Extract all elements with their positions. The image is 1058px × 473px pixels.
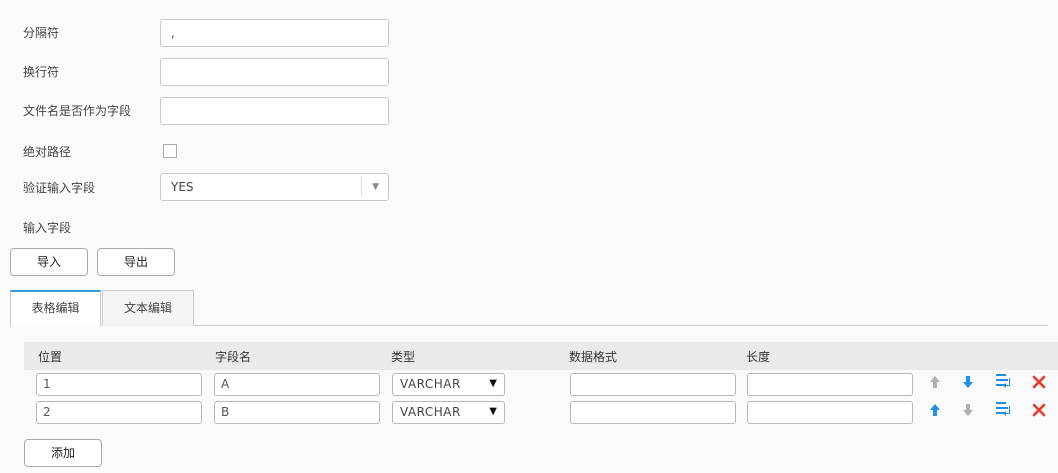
arrow-up-icon[interactable] (927, 402, 943, 418)
filename-as-field-input[interactable] (160, 97, 389, 125)
export-button[interactable]: 导出 (97, 248, 175, 276)
column-length: 长度 (746, 350, 771, 364)
row-1-type-select[interactable]: VARCHAR ▼ (392, 373, 505, 396)
insert-row-icon[interactable] (995, 373, 1011, 389)
absolute-path-checkbox[interactable] (163, 144, 177, 158)
arrow-up-icon[interactable] (927, 374, 943, 390)
tab-divider (194, 325, 1048, 326)
row-1-length-input[interactable] (747, 373, 913, 396)
column-data-format: 数据格式 (569, 350, 618, 364)
row-1-name-input[interactable]: A (214, 373, 380, 396)
delete-icon[interactable] (1031, 402, 1047, 418)
column-field-name: 字段名 (215, 350, 252, 364)
chevron-down-icon: ▼ (489, 406, 497, 417)
row-2-type-select[interactable]: VARCHAR ▼ (392, 401, 505, 424)
validate-input-select[interactable]: YES ▼ (160, 173, 389, 201)
add-row-button[interactable]: 添加 (24, 439, 102, 467)
row-2-format-input[interactable] (570, 401, 736, 424)
arrow-down-icon[interactable] (960, 402, 976, 418)
row-2-length-input[interactable] (747, 401, 913, 424)
row-1-type-value: VARCHAR (400, 377, 461, 391)
insert-row-icon[interactable] (995, 401, 1011, 417)
select-divider (361, 177, 362, 197)
separator-input[interactable] (160, 19, 389, 47)
separator-label: 分隔符 (23, 26, 60, 40)
validate-input-value: YES (171, 180, 194, 194)
chevron-down-icon: ▼ (372, 182, 379, 192)
delete-icon[interactable] (1031, 374, 1047, 390)
arrow-down-icon[interactable] (960, 374, 976, 390)
import-button[interactable]: 导入 (10, 248, 88, 276)
table-header: 位置 字段名 类型 数据格式 长度 (24, 342, 1058, 370)
row-1-format-input[interactable] (570, 373, 736, 396)
absolute-path-label: 绝对路径 (23, 145, 72, 159)
validate-input-label: 验证输入字段 (23, 181, 96, 195)
newline-label: 换行符 (23, 65, 60, 79)
newline-input[interactable] (160, 58, 389, 86)
column-position: 位置 (38, 350, 63, 364)
tab-table-edit[interactable]: 表格编辑 (10, 290, 101, 327)
column-type: 类型 (391, 350, 416, 364)
input-fields-label: 输入字段 (23, 221, 72, 235)
row-2-position-input[interactable]: 2 (36, 401, 202, 424)
filename-as-field-label: 文件名是否作为字段 (23, 104, 132, 118)
row-2-type-value: VARCHAR (400, 405, 461, 419)
row-1-position-input[interactable]: 1 (36, 373, 202, 396)
chevron-down-icon: ▼ (489, 378, 497, 389)
row-2-name-input[interactable]: B (214, 401, 380, 424)
tab-text-edit[interactable]: 文本编辑 (102, 290, 194, 326)
